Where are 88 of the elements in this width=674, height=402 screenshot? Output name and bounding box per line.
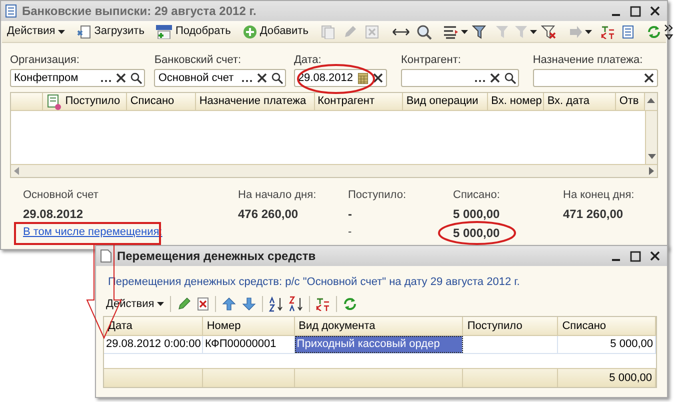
window-title: Перемещения денежных средств: [117, 248, 316, 265]
summary-value: 471 260,00: [563, 206, 624, 219]
vertical-scrollbar[interactable]: [644, 93, 657, 110]
column-header[interactable]: Поступило: [463, 317, 558, 335]
input-field[interactable]: [401, 69, 519, 87]
document-icon[interactable]: [46, 94, 62, 110]
summary-value: 476 260,00: [238, 206, 300, 219]
toolbar-button[interactable]: Подобрать: [153, 22, 234, 40]
column-header[interactable]: Списано: [127, 93, 196, 110]
column-header[interactable]: Списано: [558, 317, 656, 335]
summary-value: 29.08.2012: [23, 206, 84, 219]
table-cell: Приходный кассовый ордер: [294, 336, 464, 353]
left-right-arrows-icon[interactable]: [392, 26, 410, 38]
column-header[interactable]: Назначение платежа: [196, 93, 315, 110]
caret-icon[interactable]: [58, 30, 66, 34]
column-header[interactable]: Вх. номер: [488, 93, 544, 110]
clear-icon[interactable]: [490, 73, 500, 83]
column-header[interactable]: Вид операции: [403, 93, 488, 110]
input-field[interactable]: Конфетпром: [10, 69, 146, 87]
field-label: Дата:: [294, 53, 322, 66]
column-header[interactable]: Вид документа: [294, 317, 464, 335]
search-icon[interactable]: [130, 72, 142, 84]
sort-ascending-icon[interactable]: [268, 296, 284, 312]
input-field[interactable]: [532, 69, 658, 87]
caret-icon[interactable]: [461, 30, 468, 34]
summary-label: На начало дня:: [238, 188, 318, 200]
list-icon[interactable]: [443, 24, 460, 38]
input-field[interactable]: 29.08.2012: [294, 69, 387, 87]
maximize-icon[interactable]: [630, 250, 641, 262]
clear-icon[interactable]: [116, 73, 126, 83]
field-label: Назначение платежа:: [532, 53, 644, 66]
document-arrow-icon[interactable]: [77, 24, 92, 38]
search-icon[interactable]: [504, 72, 516, 84]
actions-menu-button[interactable]: Действия: [4, 22, 68, 40]
maximize-icon[interactable]: [630, 6, 641, 16]
summary-value: -: [348, 225, 352, 240]
caret-icon[interactable]: [530, 30, 538, 34]
summary-value: -: [348, 206, 353, 219]
column-header[interactable]: Контрагент: [314, 93, 404, 110]
total-cell: 5 000,00: [558, 369, 656, 387]
caret-icon[interactable]: [585, 30, 592, 34]
summary-label: Основной счет: [23, 188, 100, 200]
close-icon[interactable]: [650, 251, 660, 261]
arrow-down-icon[interactable]: [242, 297, 256, 311]
toolbar-button[interactable]: Добавить: [240, 22, 312, 40]
field-label: Банковский счет:: [154, 53, 242, 66]
chevrons-icon[interactable]: [664, 24, 674, 40]
report-icon[interactable]: [622, 24, 634, 38]
document-icon[interactable]: [100, 249, 112, 263]
filter-icon[interactable]: [472, 24, 488, 38]
summary-label: Списано:: [453, 188, 501, 200]
delete-icon[interactable]: [197, 297, 210, 311]
report-icon[interactable]: [5, 4, 17, 18]
summary-value: 5 000,00: [453, 225, 500, 242]
toolbar-button[interactable]: Загрузить: [74, 22, 148, 40]
search-icon[interactable]: [270, 72, 283, 84]
field-label: Контрагент:: [401, 53, 462, 66]
scroll-right-icon[interactable]: [647, 166, 655, 176]
clear-icon[interactable]: [373, 73, 383, 83]
document-plus-icon[interactable]: [156, 24, 172, 38]
summary-value: 5 000,00: [453, 206, 501, 219]
clear-icon[interactable]: [644, 73, 654, 83]
table-cell: 5 000,00: [558, 336, 656, 353]
summary-label: На конец дня:: [563, 188, 636, 200]
refresh-icon[interactable]: [342, 296, 358, 312]
table-cell: 29.08.2012 0:00:00: [104, 336, 203, 353]
arrow-up-icon[interactable]: [222, 297, 236, 311]
column-header[interactable]: Отв: [616, 93, 644, 110]
column-header[interactable]: Вх. дата: [544, 93, 616, 110]
sort-descending-icon[interactable]: [288, 296, 304, 312]
column-header[interactable]: Номер: [202, 317, 295, 335]
dt-kt-icon[interactable]: [315, 297, 332, 311]
column-header[interactable]: Поступило: [62, 93, 128, 110]
input-field[interactable]: Основной счет: [154, 69, 286, 87]
magnifier-icon[interactable]: [416, 24, 432, 40]
calendar-icon[interactable]: [358, 72, 368, 84]
window-title: Банковские выписки: 29 августа 2012 г.: [22, 3, 256, 20]
summary-label: Поступило:: [348, 188, 408, 200]
field-label: Организация:: [10, 53, 80, 66]
filter-clear-icon[interactable]: [541, 24, 558, 38]
caret-icon[interactable]: [157, 302, 164, 306]
pencil-icon[interactable]: [177, 297, 192, 311]
dt-kt-icon[interactable]: [600, 24, 616, 38]
clear-icon[interactable]: [256, 73, 267, 83]
vertical-scrollbar[interactable]: [645, 111, 657, 164]
close-icon[interactable]: [650, 6, 660, 16]
plus-circle-icon[interactable]: [242, 24, 257, 38]
horizontal-scrollbar[interactable]: [11, 164, 657, 177]
